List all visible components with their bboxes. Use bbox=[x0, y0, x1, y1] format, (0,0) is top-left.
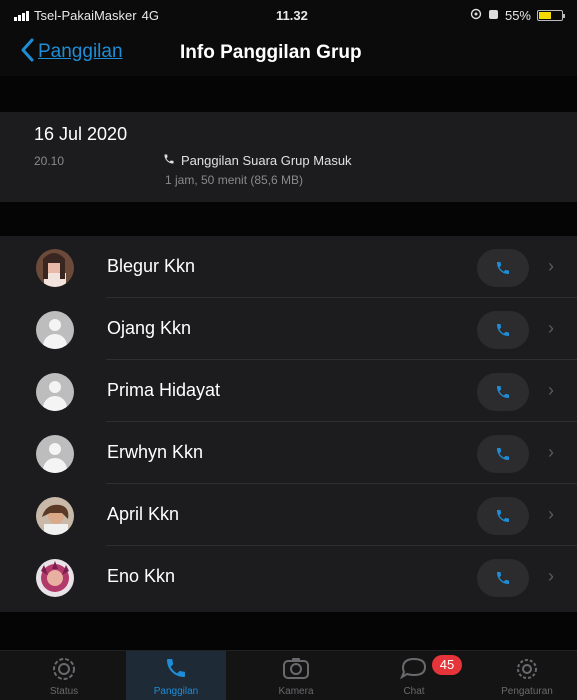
battery-icon bbox=[537, 10, 565, 21]
chevron-right-icon: › bbox=[548, 566, 554, 586]
chevron-left-icon bbox=[20, 38, 34, 66]
call-type: Panggilan Suara Grup Masuk bbox=[163, 153, 352, 168]
phone-icon bbox=[497, 448, 509, 460]
default-avatar-icon bbox=[36, 435, 74, 473]
page-title: Info Panggilan Grup bbox=[180, 42, 362, 63]
phone-icon bbox=[497, 510, 509, 522]
tab-label: Kamera bbox=[278, 686, 314, 697]
avatar bbox=[36, 497, 74, 535]
participant-name: April Kkn bbox=[107, 504, 180, 524]
call-time: 20.10 bbox=[34, 154, 65, 168]
participant-name: Erwhyn Kkn bbox=[107, 442, 204, 462]
phone-icon bbox=[126, 656, 226, 682]
tab-label: Status bbox=[49, 686, 79, 697]
orientation-lock-icon bbox=[470, 8, 482, 23]
back-label: Panggilan bbox=[38, 41, 123, 62]
gear-icon bbox=[477, 656, 577, 682]
participant-name: Prima Hidayat bbox=[107, 380, 221, 400]
chevron-right-icon: › bbox=[548, 256, 554, 276]
chevron-right-icon: › bbox=[548, 318, 554, 338]
status-time: 11.32 bbox=[276, 8, 308, 23]
section-spacer bbox=[0, 202, 577, 236]
carrier-name: Tsel-PakaiMasker bbox=[34, 8, 137, 23]
tab-label: Chat bbox=[403, 686, 425, 697]
call-participant-button[interactable] bbox=[477, 311, 529, 349]
participant-name: Eno Kkn bbox=[107, 566, 176, 586]
status-bar: Tsel-PakaiMasker 4G 11.32 55% bbox=[0, 0, 577, 30]
tab-label: Pengaturan bbox=[501, 686, 553, 697]
battery-percent: 55% bbox=[504, 8, 531, 23]
phone-icon bbox=[497, 386, 509, 398]
network-type: 4G bbox=[141, 8, 159, 23]
tab-panggilan[interactable]: Panggilan bbox=[126, 651, 226, 700]
signal-icon bbox=[14, 10, 29, 21]
participant-row[interactable]: Blegur Kkn › bbox=[0, 236, 577, 298]
participant-row[interactable]: Eno Kkn › bbox=[0, 546, 577, 608]
call-type-label: Panggilan Suara Grup Masuk bbox=[181, 153, 352, 168]
call-participant-button[interactable] bbox=[477, 373, 529, 411]
chat-unread-badge: 45 bbox=[432, 655, 462, 675]
chevron-right-icon: › bbox=[548, 380, 554, 400]
avatar bbox=[36, 249, 74, 287]
tab-pengaturan[interactable]: Pengaturan bbox=[477, 651, 577, 700]
section-spacer bbox=[0, 76, 577, 112]
tab-bar: Status Panggilan Kamera Chat 45 Pengatur… bbox=[0, 650, 577, 700]
chevron-right-icon: › bbox=[548, 504, 554, 524]
call-participant-button[interactable] bbox=[477, 435, 529, 473]
default-avatar-icon bbox=[36, 373, 74, 411]
participant-list: Blegur Kkn › Ojang Kkn › Prima Hidayat ›… bbox=[0, 236, 577, 612]
phone-icon bbox=[497, 572, 509, 584]
participant-row[interactable]: Ojang Kkn › bbox=[0, 298, 577, 360]
tab-kamera[interactable]: Kamera bbox=[246, 651, 346, 700]
phone-icon bbox=[497, 262, 509, 274]
participant-name: Ojang Kkn bbox=[107, 318, 192, 338]
status-right: 55% bbox=[470, 8, 565, 23]
participant-row[interactable]: Erwhyn Kkn › bbox=[0, 422, 577, 484]
default-avatar-icon bbox=[36, 311, 74, 349]
back-button[interactable]: Panggilan bbox=[20, 38, 123, 66]
incoming-call-icon bbox=[163, 153, 175, 168]
tab-status[interactable]: Status bbox=[14, 651, 114, 700]
call-info-card: 16 Jul 2020 20.10 Panggilan Suara Grup M… bbox=[0, 112, 577, 202]
camera-icon bbox=[246, 656, 346, 682]
navigation-bar: Panggilan Info Panggilan Grup bbox=[0, 30, 577, 76]
call-participant-button[interactable] bbox=[477, 559, 529, 597]
chevron-right-icon: › bbox=[548, 442, 554, 462]
alarm-icon bbox=[488, 8, 499, 23]
status-left: Tsel-PakaiMasker 4G bbox=[14, 8, 159, 23]
phone-icon bbox=[497, 324, 509, 336]
participant-name: Blegur Kkn bbox=[107, 256, 196, 276]
status-icon bbox=[14, 656, 114, 682]
call-participant-button[interactable] bbox=[477, 249, 529, 287]
tab-label: Panggilan bbox=[153, 686, 199, 697]
section-spacer bbox=[0, 612, 577, 650]
avatar bbox=[36, 559, 74, 597]
call-participant-button[interactable] bbox=[477, 497, 529, 535]
participant-row[interactable]: April Kkn › bbox=[0, 484, 577, 546]
call-date: 16 Jul 2020 bbox=[34, 124, 128, 144]
participant-row[interactable]: Prima Hidayat › bbox=[0, 360, 577, 422]
call-duration: 1 jam, 50 menit (85,6 MB) bbox=[165, 173, 304, 187]
